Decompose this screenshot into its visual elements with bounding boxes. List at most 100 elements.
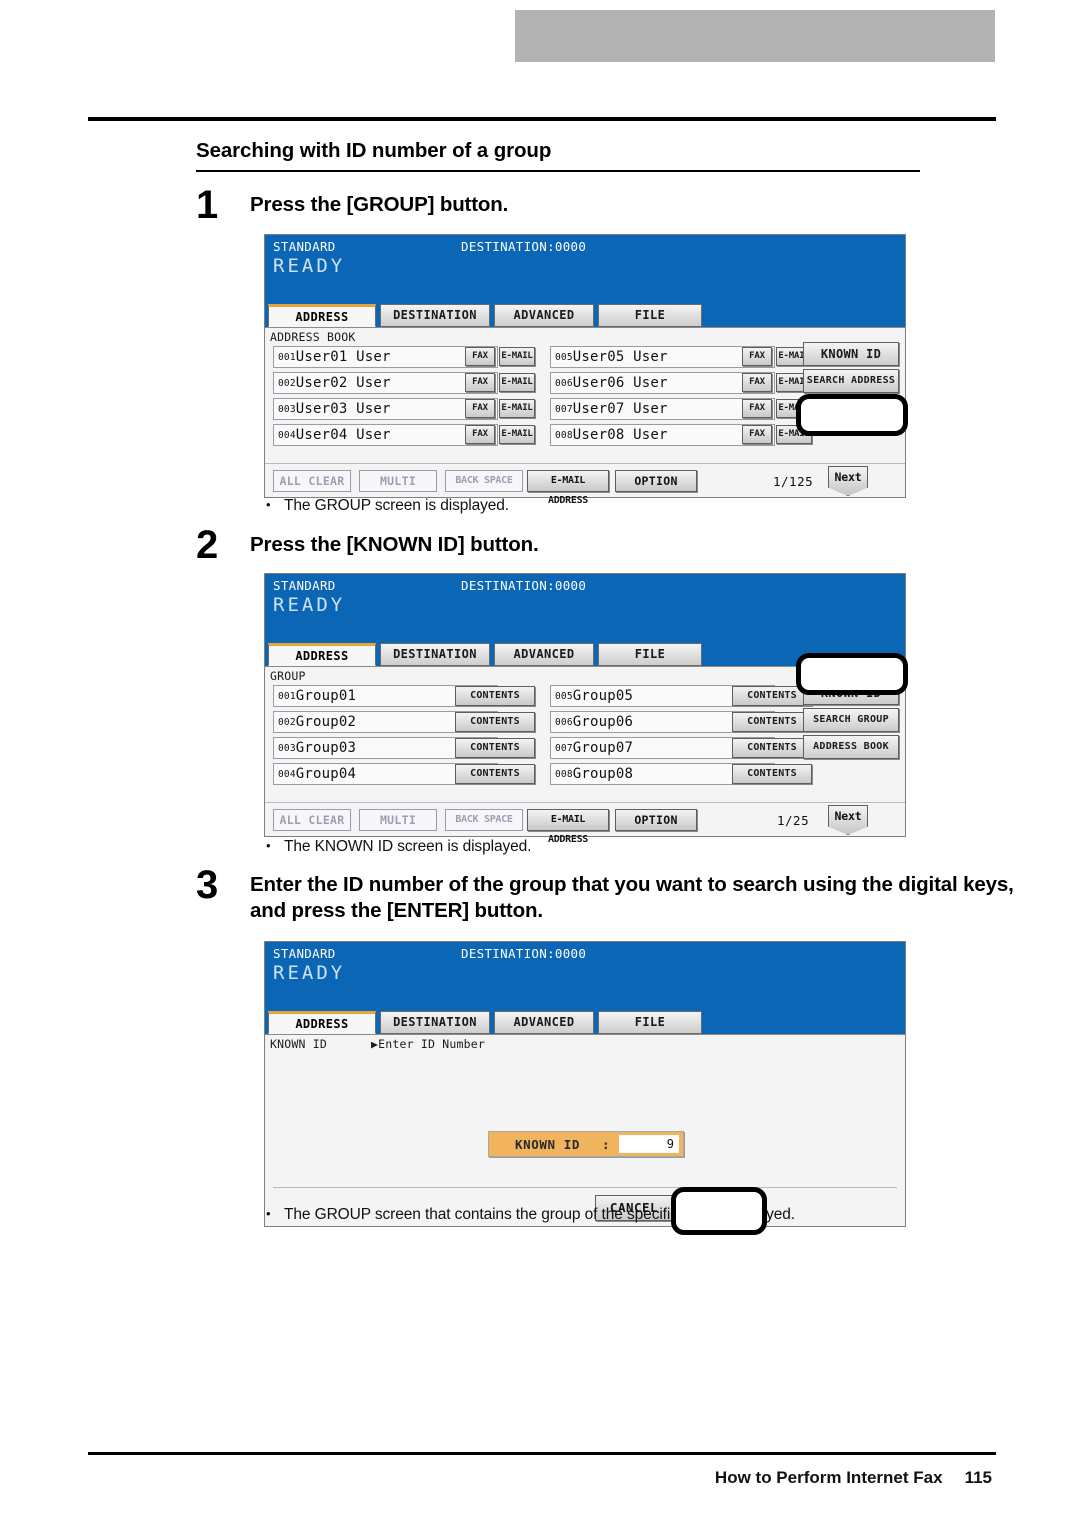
lcd1-email-button-002[interactable]: E-MAIL (499, 373, 535, 392)
known-id-input-field[interactable]: KNOWN ID : 9 (488, 1131, 684, 1157)
lcd3-ready-text: READY (273, 962, 346, 984)
lcd1-email-address-button[interactable]: E-MAIL ADDRESS (527, 470, 609, 506)
lcd1-fax-button-008[interactable]: FAX (742, 425, 772, 444)
lcd1-email-button-004[interactable]: E-MAIL (499, 425, 535, 444)
lcd2-entry-006-id: 006 (555, 716, 573, 728)
lcd1-tab-file[interactable]: FILE (598, 304, 702, 327)
lcd3-status-text: STANDARD (273, 946, 336, 961)
lcd2-option-button[interactable]: OPTION (615, 809, 697, 831)
lcd1-entry-003-name: User03 User (295, 401, 391, 417)
lcd1-tab-destination[interactable]: DESTINATION (380, 304, 490, 327)
lcd2-tab-destination[interactable]: DESTINATION (380, 643, 490, 666)
lcd3-tab-advanced[interactable]: ADVANCED (494, 1011, 594, 1034)
lcd1-destination-text: DESTINATION:0000 (461, 239, 587, 254)
lcd2-status-text: STANDARD (273, 578, 336, 593)
lcd1-fax-button-002[interactable]: FAX (465, 373, 495, 392)
lcd1-email-button-003[interactable]: E-MAIL (499, 399, 535, 418)
step-1-text: Press the [GROUP] button. (250, 193, 509, 216)
lcd3-tab-file[interactable]: FILE (598, 1011, 702, 1034)
lcd1-status-text: STANDARD (273, 239, 336, 254)
lcd1-entry-002-name: User02 User (295, 375, 391, 391)
lcd1-tab-address[interactable]: ADDRESS (268, 304, 376, 327)
lcd1-fax-button-003[interactable]: FAX (465, 399, 495, 418)
lcd1-entry-008-id: 008 (555, 429, 573, 441)
lcd1-multi-button[interactable]: MULTI (359, 470, 437, 492)
lcd2-entry-003-id: 003 (278, 742, 296, 754)
lcd1-next-button[interactable]: Next (828, 466, 868, 496)
note-2-text: The KNOWN ID screen is displayed. (284, 838, 532, 855)
lcd1-email-button-001[interactable]: E-MAIL (499, 347, 535, 366)
lcd1-option-button[interactable]: OPTION (615, 470, 697, 492)
lcd1-footer-toolbar: ALL CLEAR MULTI BACK SPACE E-MAIL ADDRES… (265, 463, 905, 506)
lcd3-body: KNOWN ID ▶Enter ID Number KNOWN ID : 9 C… (265, 1034, 905, 1226)
lcd2-multi-button[interactable]: MULTI (359, 809, 437, 831)
note-2-bullet: • (266, 838, 271, 853)
lcd2-contents-button-006[interactable]: CONTENTS (732, 712, 812, 732)
lcd1-fax-button-006[interactable]: FAX (742, 373, 772, 392)
lcd3-tab-address[interactable]: ADDRESS (268, 1011, 376, 1034)
lcd2-back-space-button[interactable]: BACK SPACE (445, 809, 523, 831)
lcd2-entry-002-name: Group02 (295, 714, 357, 730)
known-id-field-colon: : (602, 1136, 610, 1152)
note-3-bullet: • (266, 1206, 271, 1221)
lcd1-fax-button-004[interactable]: FAX (465, 425, 495, 444)
lcd-screen-1: STANDARD DESTINATION:0000 READY ADDRESS … (264, 234, 908, 506)
enter-button-highlight (671, 1187, 767, 1235)
lcd1-entry-006-id: 006 (555, 377, 573, 389)
lcd2-contents-button-008[interactable]: CONTENTS (732, 764, 812, 784)
lcd2-contents-button-002[interactable]: CONTENTS (455, 712, 535, 732)
lcd2-entry-006-name: Group06 (572, 714, 634, 730)
lcd2-contents-button-007[interactable]: CONTENTS (732, 738, 812, 758)
lcd1-entry-001-name: User01 User (295, 349, 391, 365)
lcd2-tab-address[interactable]: ADDRESS (268, 643, 376, 666)
step-2-text: Press the [KNOWN ID] button. (250, 533, 539, 556)
lcd2-known-id-button-highlight (796, 653, 908, 695)
lcd2-entry-005-id: 005 (555, 690, 573, 702)
lcd2-entry-002-id: 002 (278, 716, 296, 728)
lcd1-entry-005-name: User05 User (572, 349, 668, 365)
lcd1-side-button-search-address[interactable]: SEARCH ADDRESS (803, 369, 899, 393)
lcd1-entry-002-id: 002 (278, 377, 296, 389)
lcd2-header: STANDARD DESTINATION:0000 READY (265, 574, 905, 642)
note-1-bullet: • (266, 497, 271, 512)
lcd1-side-button-known-id[interactable]: KNOWN ID (803, 342, 899, 366)
note-1: • The GROUP screen is displayed. (266, 497, 509, 515)
lcd2-email-address-button[interactable]: E-MAIL ADDRESS (527, 809, 609, 845)
lcd2-destination-text: DESTINATION:0000 (461, 578, 587, 593)
lcd2-entry-005-name: Group05 (572, 688, 634, 704)
header-rule (88, 117, 996, 121)
lcd1-tab-advanced[interactable]: ADVANCED (494, 304, 594, 327)
lcd3-prompt-text: ▶Enter ID Number (371, 1037, 485, 1051)
known-id-field-value[interactable]: 9 (619, 1135, 679, 1153)
lcd3-body-label: KNOWN ID (270, 1037, 327, 1051)
lcd2-tab-file[interactable]: FILE (598, 643, 702, 666)
lcd1-all-clear-button[interactable]: ALL CLEAR (273, 470, 351, 492)
lcd2-ready-text: READY (273, 594, 346, 616)
lcd2-next-button[interactable]: Next (828, 805, 868, 835)
lcd1-fax-button-005[interactable]: FAX (742, 347, 772, 366)
lcd3-tab-destination[interactable]: DESTINATION (380, 1011, 490, 1034)
lcd2-contents-button-001[interactable]: CONTENTS (455, 686, 535, 706)
lcd-screen-3: STANDARD DESTINATION:0000 READY ADDRESS … (264, 941, 906, 1235)
lcd2-all-clear-button[interactable]: ALL CLEAR (273, 809, 351, 831)
lcd2-tab-advanced[interactable]: ADVANCED (494, 643, 594, 666)
lcd2-entry-008-id: 008 (555, 768, 573, 780)
lcd2-entry-001-id: 001 (278, 690, 296, 702)
footer-rule (88, 1452, 996, 1455)
lcd1-entry-004-id: 004 (278, 429, 296, 441)
lcd-screen-2: STANDARD DESTINATION:0000 READY ADDRESS … (264, 573, 908, 845)
header-gray-band (515, 10, 995, 62)
lcd2-contents-button-004[interactable]: CONTENTS (455, 764, 535, 784)
document-page: Searching with ID number of a group 1 Pr… (0, 0, 1080, 1526)
lcd1-tab-bar: ADDRESS DESTINATION ADVANCED FILE (265, 303, 905, 327)
lcd2-side-button-search-group[interactable]: SEARCH GROUP (803, 708, 899, 732)
lcd1-page-indicator: 1/125 (773, 474, 814, 489)
lcd2-contents-button-003[interactable]: CONTENTS (455, 738, 535, 758)
note-1-text: The GROUP screen is displayed. (284, 497, 510, 514)
lcd1-entry-007-name: User07 User (572, 401, 668, 417)
lcd2-body-label: GROUP (270, 669, 306, 683)
lcd1-fax-button-001[interactable]: FAX (465, 347, 495, 366)
lcd1-fax-button-007[interactable]: FAX (742, 399, 772, 418)
lcd2-side-button-address-book[interactable]: ADDRESS BOOK (803, 735, 899, 759)
lcd1-back-space-button[interactable]: BACK SPACE (445, 470, 523, 492)
